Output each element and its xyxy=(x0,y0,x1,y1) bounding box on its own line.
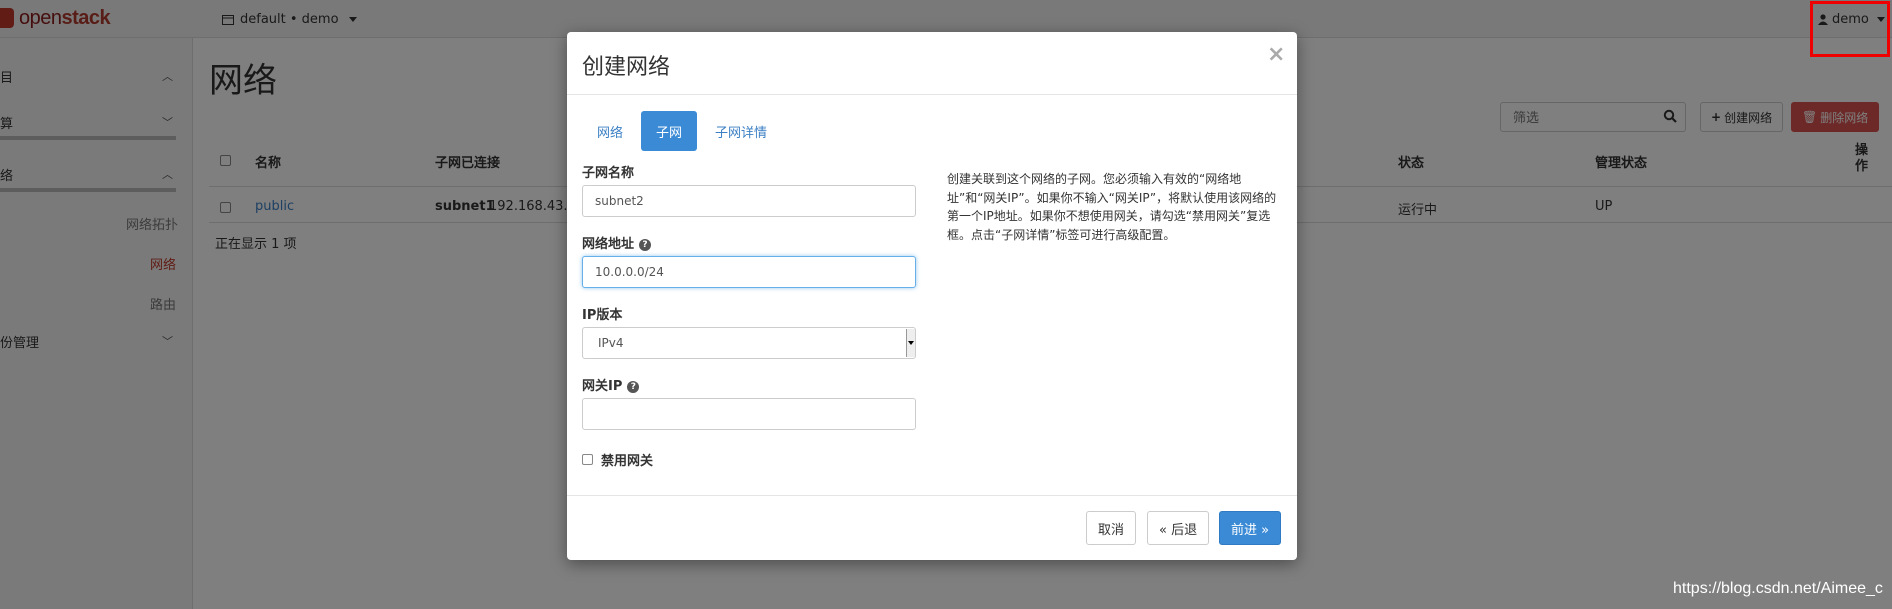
gateway-ip-label-row: 网关IP? xyxy=(582,375,640,394)
modal-footer-divider xyxy=(567,495,1297,496)
ip-version-select[interactable]: IPv4 xyxy=(582,327,916,359)
tab-subnet[interactable]: 子网 xyxy=(641,111,698,151)
close-icon[interactable]: × xyxy=(1267,42,1285,67)
modal-header-divider xyxy=(567,94,1297,95)
subnet-name-label: 子网名称 xyxy=(582,166,635,181)
tab-network[interactable]: 网络 xyxy=(582,111,638,151)
disable-gateway-row: 禁用网关 xyxy=(582,450,653,469)
help-description: 创建关联到这个网络的子网。您必须输入有效的“网络地址”和“网关IP”。如果你不输… xyxy=(947,172,1277,242)
modal-title: 创建网络 xyxy=(582,55,671,80)
next-button[interactable]: 前进 » xyxy=(1219,511,1282,545)
cancel-button[interactable]: 取消 xyxy=(1086,511,1137,545)
ip-version-label: IP版本 xyxy=(582,308,623,323)
network-address-label: 网络地址 xyxy=(582,237,635,252)
subnet-name-input[interactable] xyxy=(582,185,916,217)
help-icon[interactable]: ? xyxy=(639,238,652,251)
tab-subnet-details[interactable]: 子网详情 xyxy=(700,111,782,151)
create-network-modal: 创建网络 × 网络 子网 子网详情 子网名称 网络地址? IP版本 IPv4 网… xyxy=(567,32,1297,560)
watermark-text: https://blog.csdn.net/Aimee_c xyxy=(1673,580,1883,597)
highlight-box xyxy=(1810,1,1890,57)
ip-version-value: IPv4 xyxy=(598,336,624,350)
disable-gateway-label[interactable]: 禁用网关 xyxy=(601,450,653,469)
gateway-ip-input[interactable] xyxy=(582,398,916,430)
back-button[interactable]: « 后退 xyxy=(1147,511,1210,545)
gateway-ip-label: 网关IP xyxy=(582,379,623,394)
select-arrow-icon xyxy=(906,329,915,357)
network-address-label-row: 网络地址? xyxy=(582,233,652,252)
disable-gateway-checkbox[interactable] xyxy=(582,454,593,465)
network-address-input[interactable] xyxy=(582,256,916,288)
help-icon[interactable]: ? xyxy=(627,380,640,393)
